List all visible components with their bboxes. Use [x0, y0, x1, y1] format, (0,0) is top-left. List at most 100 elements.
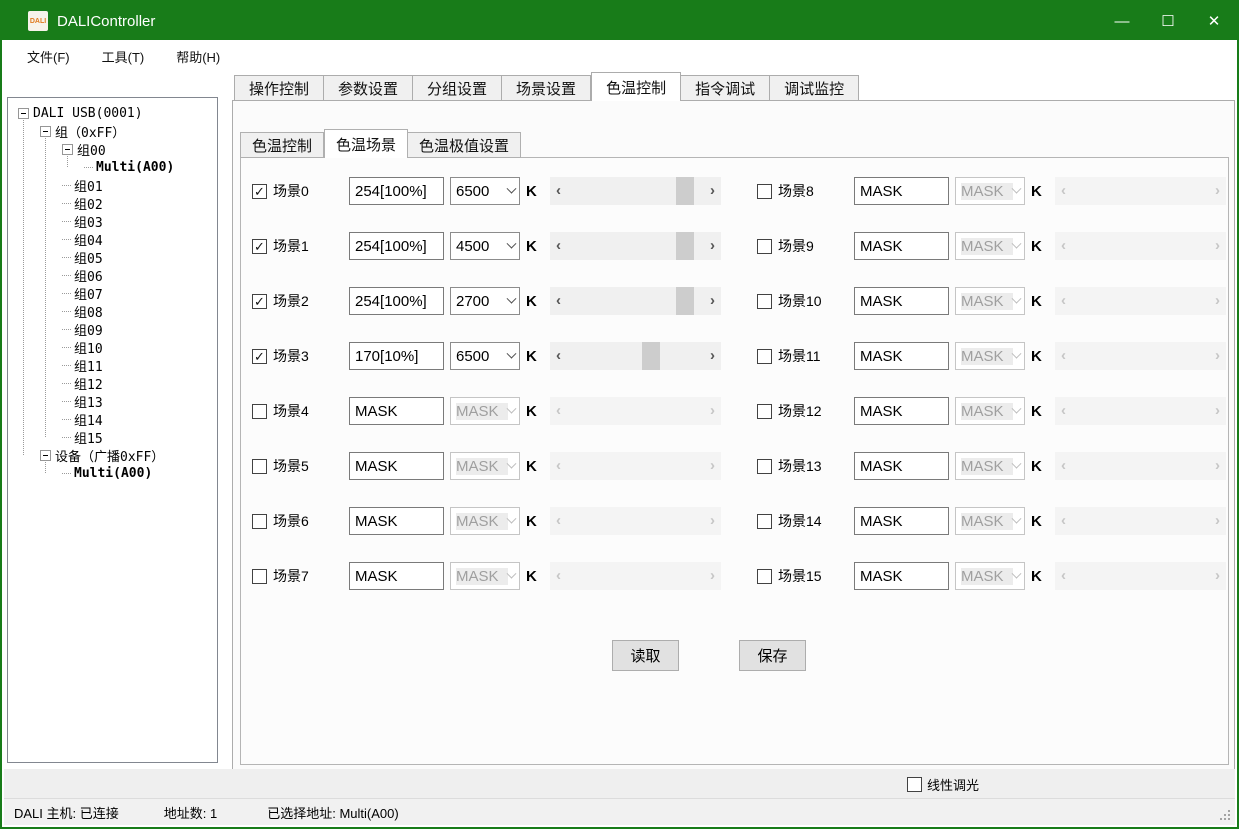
close-button[interactable]: ✕	[1191, 2, 1237, 40]
scrollbar-left-arrow-icon[interactable]: ‹	[550, 177, 567, 205]
main-tab[interactable]: 场景设置	[502, 75, 591, 101]
scene-level-scrollbar[interactable]: ‹›	[550, 177, 721, 205]
scene-checkbox[interactable]: ✓	[757, 404, 772, 419]
scrollbar-left-arrow-icon[interactable]: ‹	[550, 287, 567, 315]
scene-level-input[interactable]	[854, 177, 949, 205]
tree-item[interactable]: DALI USB(0001)	[8, 104, 217, 122]
scene-level-scrollbar[interactable]: ‹›	[550, 287, 721, 315]
scrollbar-left-arrow-icon[interactable]: ‹	[550, 232, 567, 260]
scrollbar-right-arrow-icon[interactable]: ›	[704, 287, 721, 315]
tree-item[interactable]: 组10	[8, 338, 217, 356]
tree-item[interactable]: 设备（广播0xFF）	[8, 446, 217, 464]
resize-grip[interactable]	[1228, 818, 1230, 820]
tree-item[interactable]: Multi(A00)	[8, 464, 217, 482]
device-tree-panel[interactable]: DALI USB(0001)组（0xFF）组00Multi(A00)组01组02…	[7, 97, 218, 763]
scene-level-input[interactable]	[854, 397, 949, 425]
scrollbar-thumb[interactable]	[676, 287, 694, 315]
tree-item[interactable]: 组03	[8, 212, 217, 230]
scene-checkbox[interactable]: ✓	[252, 239, 267, 254]
sub-tab[interactable]: 色温场景	[324, 129, 408, 158]
scene-checkbox[interactable]: ✓	[757, 514, 772, 529]
scene-checkbox[interactable]: ✓	[252, 404, 267, 419]
scene-level-input[interactable]	[349, 232, 444, 260]
tree-item[interactable]: 组11	[8, 356, 217, 374]
scene-checkbox[interactable]: ✓	[252, 459, 267, 474]
menu-item[interactable]: 工具(T)	[89, 43, 158, 70]
scene-label: 场景10	[778, 291, 848, 311]
tree-item[interactable]: 组07	[8, 284, 217, 302]
scrollbar-left-arrow-icon[interactable]: ‹	[550, 342, 567, 370]
tree-expander-icon[interactable]	[18, 108, 29, 119]
tree-expander-icon[interactable]	[40, 450, 51, 461]
scene-checkbox[interactable]: ✓	[757, 294, 772, 309]
linear-dimming-checkbox[interactable]: ✓	[907, 777, 922, 792]
tree-item[interactable]: 组14	[8, 410, 217, 428]
tree-item[interactable]: Multi(A00)	[8, 158, 217, 176]
scene-level-input[interactable]	[349, 177, 444, 205]
minimize-button[interactable]: —	[1099, 2, 1145, 40]
scrollbar-thumb[interactable]	[642, 342, 660, 370]
scene-cct-select[interactable]: 2700	[450, 287, 520, 315]
scene-level-input[interactable]	[349, 342, 444, 370]
scene-checkbox[interactable]: ✓	[757, 239, 772, 254]
scene-level-input[interactable]	[854, 287, 949, 315]
scrollbar-right-arrow-icon[interactable]: ›	[704, 177, 721, 205]
scrollbar-thumb[interactable]	[676, 232, 694, 260]
tree-item[interactable]: 组13	[8, 392, 217, 410]
scene-checkbox[interactable]: ✓	[252, 349, 267, 364]
scene-cct-select[interactable]: 4500	[450, 232, 520, 260]
main-tab[interactable]: 指令调试	[681, 75, 770, 101]
scene-level-input[interactable]	[854, 452, 949, 480]
scene-level-input[interactable]	[349, 507, 444, 535]
scene-level-input[interactable]	[349, 287, 444, 315]
scene-cct-select[interactable]: 6500	[450, 177, 520, 205]
sub-tab[interactable]: 色温极值设置	[408, 132, 521, 158]
maximize-button[interactable]: ☐	[1145, 2, 1191, 40]
tree-item[interactable]: 组09	[8, 320, 217, 338]
scene-checkbox[interactable]: ✓	[252, 569, 267, 584]
tree-item[interactable]: 组02	[8, 194, 217, 212]
main-tab[interactable]: 分组设置	[413, 75, 502, 101]
scene-level-input[interactable]	[854, 562, 949, 590]
tree-item[interactable]: 组08	[8, 302, 217, 320]
scene-level-input[interactable]	[854, 342, 949, 370]
main-tab[interactable]: 调试监控	[770, 75, 859, 101]
main-tab[interactable]: 操作控制	[234, 75, 324, 101]
scrollbar-thumb[interactable]	[676, 177, 694, 205]
scene-checkbox[interactable]: ✓	[757, 184, 772, 199]
scene-level-scrollbar[interactable]: ‹›	[550, 342, 721, 370]
tree-item[interactable]: 组06	[8, 266, 217, 284]
menu-item[interactable]: 帮助(H)	[163, 43, 233, 70]
scene-level-input[interactable]	[349, 562, 444, 590]
menu-item[interactable]: 文件(F)	[14, 43, 83, 70]
scene-cct-select[interactable]: 6500	[450, 342, 520, 370]
tree-expander-icon[interactable]	[62, 144, 73, 155]
scene-checkbox[interactable]: ✓	[757, 569, 772, 584]
tree-item[interactable]: 组（0xFF）	[8, 122, 217, 140]
tree-item[interactable]: 组15	[8, 428, 217, 446]
tree-item[interactable]: 组01	[8, 176, 217, 194]
scene-checkbox[interactable]: ✓	[252, 184, 267, 199]
scene-level-input[interactable]	[854, 232, 949, 260]
scene-checkbox[interactable]: ✓	[252, 294, 267, 309]
scene-level-input[interactable]	[349, 397, 444, 425]
tree-item[interactable]: 组05	[8, 248, 217, 266]
scene-checkbox[interactable]: ✓	[252, 514, 267, 529]
read-button[interactable]: 读取	[612, 640, 679, 671]
tree-item[interactable]: 组12	[8, 374, 217, 392]
scene-level-scrollbar: ‹›	[1055, 507, 1226, 535]
scene-checkbox[interactable]: ✓	[757, 459, 772, 474]
tree-expander-icon[interactable]	[40, 126, 51, 137]
scrollbar-right-arrow-icon[interactable]: ›	[704, 232, 721, 260]
main-tab[interactable]: 参数设置	[324, 75, 413, 101]
scene-checkbox[interactable]: ✓	[757, 349, 772, 364]
scene-level-input[interactable]	[854, 507, 949, 535]
save-button[interactable]: 保存	[739, 640, 806, 671]
scene-level-input[interactable]	[349, 452, 444, 480]
scrollbar-right-arrow-icon[interactable]: ›	[704, 342, 721, 370]
tree-item[interactable]: 组00	[8, 140, 217, 158]
scene-level-scrollbar[interactable]: ‹›	[550, 232, 721, 260]
sub-tab[interactable]: 色温控制	[240, 132, 324, 158]
tree-item[interactable]: 组04	[8, 230, 217, 248]
main-tab[interactable]: 色温控制	[591, 72, 681, 101]
